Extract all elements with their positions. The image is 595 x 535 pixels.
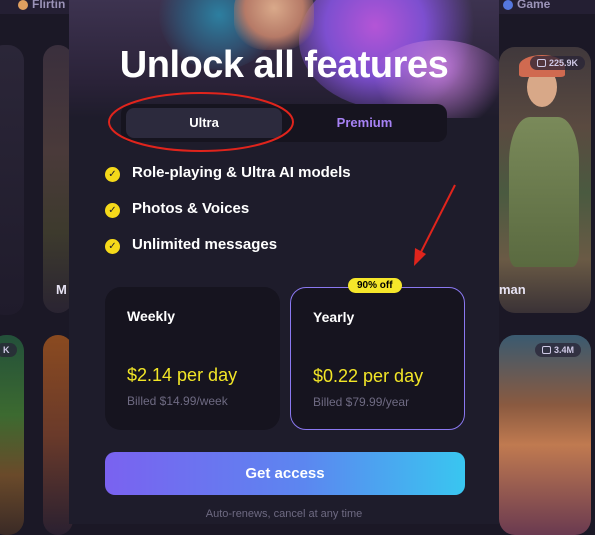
get-access-button[interactable]: Get access [105,452,465,495]
chat-icon [542,346,551,354]
bg-card-bottom-left[interactable] [0,335,24,535]
paywall-modal: Unlock all features Ultra Premium ✓ Role… [69,0,499,524]
plan-card-yearly[interactable]: Yearly $0.22 per day Billed $79.99/year [290,287,465,430]
bg-tab-label: Game [517,0,551,11]
game-icon [503,0,513,10]
feature-text: Role-playing & Ultra AI models [132,164,351,181]
tab-ultra[interactable]: Ultra [126,108,282,138]
plan-name: Yearly [313,309,355,325]
character-body [509,117,579,267]
feature-text: Unlimited messages [132,236,278,253]
feature-text: Photos & Voices [132,200,250,217]
bg-card-bottom-right[interactable] [499,335,591,535]
plan-billed: Billed $79.99/year [313,395,410,409]
bg-tab-flirting[interactable]: Flirtin [18,0,65,11]
bg-view-badge: 3.4M [535,343,582,357]
modal-title: Unlock all features [119,44,449,86]
plan-price: $0.22 per day [313,366,424,386]
bg-card-right[interactable] [499,47,591,313]
emoji-icon [18,0,28,10]
bg-tab-label: Flirtin [32,0,66,11]
bg-card-left-partial[interactable] [0,45,24,315]
auto-renew-note: Auto-renews, cancel at any time [205,508,363,520]
check-icon: ✓ [105,203,120,218]
plan-tier-toggle: Ultra Premium [121,104,447,142]
plan-billed: Billed $14.99/week [127,394,228,408]
check-icon: ✓ [105,167,120,182]
bg-card-name: M [56,282,67,297]
plan-name: Weekly [127,308,175,324]
chat-icon [537,59,546,67]
bg-card-name: man [499,282,526,297]
plan-price: $2.14 per day [127,365,238,385]
tab-premium[interactable]: Premium [287,108,442,138]
check-icon: ✓ [105,239,120,254]
bg-tab-game[interactable]: Game [503,0,550,11]
bg-view-badge: K [0,343,17,357]
bg-view-badge: 225.9K [530,56,586,70]
discount-badge: 90% off [348,278,402,293]
plan-card-weekly[interactable]: Weekly $2.14 per day Billed $14.99/week [105,287,280,430]
